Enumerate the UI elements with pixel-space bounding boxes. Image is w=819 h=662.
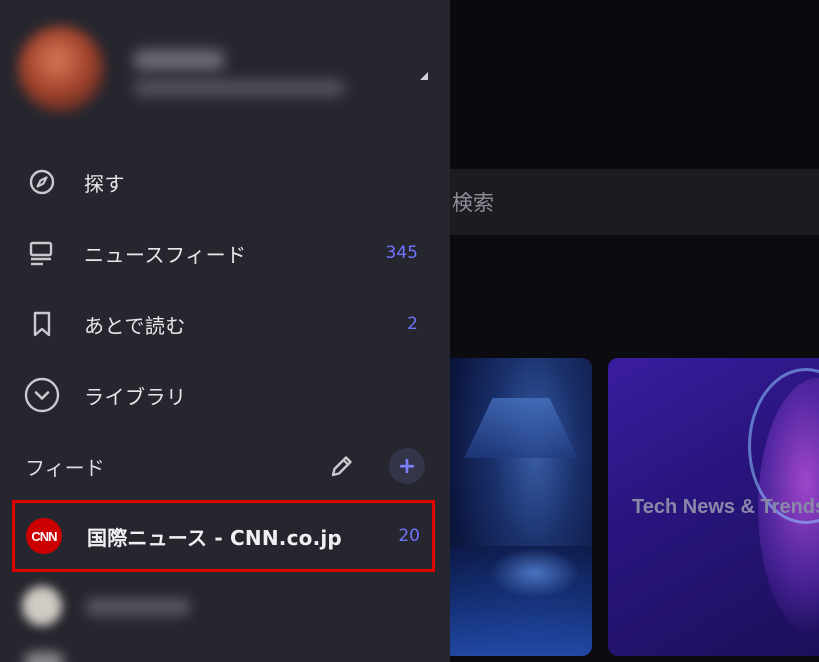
- feed-favicon-icon: [22, 586, 62, 626]
- feed-item-label: [86, 598, 190, 616]
- pencil-icon: [331, 456, 352, 477]
- nav-item-count: 2: [407, 314, 418, 334]
- compass-icon: [24, 164, 60, 200]
- nav-item-explore[interactable]: 探す: [0, 147, 450, 217]
- add-feed-button[interactable]: +: [389, 448, 425, 484]
- nav-item-label: ニュースフィード: [84, 242, 247, 267]
- nav-item-label: ライブラリ: [84, 384, 187, 409]
- card-image-roof: [464, 398, 578, 458]
- feed-item-label: 国際ニュース - CNN.co.jp: [87, 525, 342, 550]
- card-image-glow: [490, 548, 580, 598]
- feed-icon: [24, 235, 60, 271]
- cnn-logo-text: CNN: [31, 528, 57, 544]
- article-card[interactable]: [450, 358, 592, 656]
- account-switcher-icon[interactable]: [414, 66, 434, 86]
- plus-icon: +: [397, 453, 417, 479]
- topic-card[interactable]: Tech News & Trends: [608, 358, 819, 656]
- nav-item-count: 345: [385, 243, 418, 263]
- nav-item-label: あとで読む: [84, 313, 186, 338]
- bookmark-icon: [24, 306, 60, 342]
- feed-item-count: 20: [398, 526, 420, 546]
- nav-item-label: 探す: [84, 171, 125, 196]
- nav-item-news-feed[interactable]: ニュースフィード 345: [0, 218, 450, 288]
- topic-card-title: Tech News & Trends: [632, 495, 819, 518]
- nav-item-read-later[interactable]: あとで読む 2: [0, 289, 450, 359]
- account-email: [134, 80, 344, 96]
- navigation-drawer: 探す ニュースフィード 345 あとで読む 2 ライブラリ フィード + CNN…: [0, 0, 450, 662]
- feed-item-blurred-partial[interactable]: [24, 652, 64, 662]
- feeds-title: フィード: [25, 455, 105, 480]
- feeds-section-header: フィード +: [0, 440, 450, 492]
- chevron-circle-icon: [24, 377, 60, 413]
- feed-item-blurred[interactable]: [0, 580, 450, 636]
- account-name: [134, 50, 224, 70]
- avatar: [18, 26, 104, 112]
- nav-item-library[interactable]: ライブラリ: [0, 360, 450, 430]
- cnn-logo-icon: CNN: [26, 518, 62, 554]
- account-header[interactable]: [0, 0, 450, 140]
- feed-item-cnn[interactable]: CNN 国際ニュース - CNN.co.jp 20: [12, 500, 435, 572]
- edit-feeds-button[interactable]: [326, 450, 358, 482]
- search-placeholder: 検索: [452, 191, 494, 215]
- search-bar[interactable]: 検索: [450, 169, 819, 235]
